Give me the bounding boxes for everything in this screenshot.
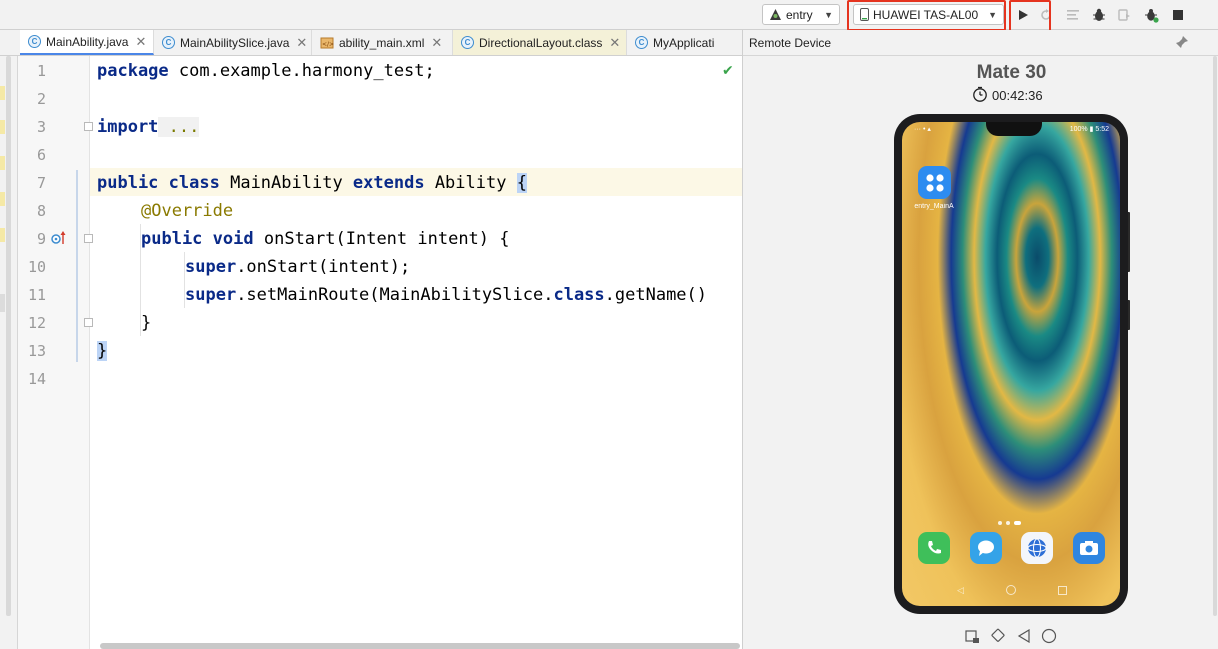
phone-app-icon[interactable] (918, 532, 950, 564)
screenshot-icon[interactable] (964, 628, 980, 644)
nav-recent-icon[interactable] (1057, 585, 1067, 595)
line-number: 13 (27, 342, 46, 360)
tab-label: MyApplicati (653, 35, 715, 50)
line-number: 11 (27, 286, 46, 304)
remote-device-title: Remote Device (749, 35, 832, 50)
page-indicator (998, 521, 1021, 525)
tab-main-ability-slice[interactable]: C MainAbilitySlice.java ✕ (154, 30, 312, 55)
back-icon[interactable] (1016, 628, 1032, 644)
nav-home-icon[interactable] (1005, 585, 1016, 595)
line-number: 7 (36, 174, 46, 192)
tab-directional-layout[interactable]: C DirectionalLayout.class ✕ (453, 30, 627, 55)
remote-device-header: Remote Device (743, 30, 1218, 56)
code-line-3: import ... (97, 117, 200, 137)
code-line-12: } (141, 313, 152, 333)
line-number: 12 (27, 314, 46, 332)
phone-screen[interactable]: ··· • ▴ 100% ▮ 5:52 entry_MainA ◁ (902, 122, 1120, 606)
phone-frame: ··· • ▴ 100% ▮ 5:52 entry_MainA ◁ (894, 114, 1128, 614)
code-line-9: public void onStart(Intent intent) { (141, 229, 510, 249)
tab-label: MainAbility.java (46, 34, 129, 49)
line-number: 6 (36, 146, 46, 164)
code-line-13: } (97, 341, 108, 361)
strip-scrollbar[interactable] (6, 56, 11, 616)
class-file-icon: C (162, 36, 175, 49)
tab-label: DirectionalLayout.class (479, 35, 603, 50)
tab-label: ability_main.xml (339, 35, 425, 50)
app-label: entry_MainA (914, 203, 954, 210)
code-line-11: super.setMainRoute(MainAbilitySlice.clas… (185, 285, 708, 305)
strip-marker (0, 156, 5, 170)
class-file-icon: C (635, 36, 648, 49)
class-file-icon: C (28, 35, 41, 48)
strip-marker (0, 228, 5, 242)
close-icon[interactable]: ✕ (296, 35, 307, 51)
code-line-7: public class MainAbility extends Ability… (97, 173, 527, 193)
strip-marker (0, 192, 5, 206)
phone-nav-bar: ◁ (957, 584, 1067, 596)
code-line-10: super.onStart(intent); (185, 257, 411, 277)
camera-app-icon[interactable] (1073, 532, 1105, 564)
line-number: 2 (36, 90, 46, 108)
tab-label: MainAbilitySlice.java (180, 35, 290, 50)
panel-scrollbar[interactable] (1213, 56, 1217, 616)
line-numbers: 1 2 3 6 7 8 9 10 11 12 13 14 (18, 56, 93, 649)
tab-my-application[interactable]: C MyApplicati (627, 30, 742, 55)
browser-app-icon[interactable] (1021, 532, 1053, 564)
editor-tab-bar: C MainAbility.java ✕ C MainAbilitySlice.… (0, 30, 742, 56)
messages-app-icon[interactable] (970, 532, 1002, 564)
fold-icon[interactable] (84, 122, 93, 131)
line-number: 8 (36, 202, 46, 220)
code-editor[interactable]: package com.example.harmony_test; import… (90, 56, 742, 649)
phone-status-bar: ··· • ▴ 100% ▮ 5:52 (914, 126, 1109, 133)
override-marker-icon[interactable] (51, 231, 67, 250)
line-number: 1 (36, 62, 46, 80)
no-problems-check-icon[interactable]: ✔ (722, 62, 734, 79)
close-icon[interactable]: ✕ (135, 34, 146, 50)
code-line-1: package com.example.harmony_test; (97, 61, 435, 81)
fold-icon[interactable] (84, 234, 93, 243)
close-icon[interactable]: ✕ (609, 35, 620, 51)
line-number: 14 (27, 370, 46, 388)
code-line-8: @Override (141, 201, 234, 221)
app-launcher-icon[interactable] (918, 166, 951, 199)
pin-icon[interactable] (1175, 35, 1189, 52)
svg-text:</>: </> (322, 41, 334, 48)
class-file-icon: C (461, 36, 474, 49)
line-number: 9 (36, 230, 46, 248)
nav-back-icon[interactable]: ◁ (957, 585, 964, 596)
tab-ability-main-xml[interactable]: </> ability_main.xml ✕ (312, 30, 453, 55)
change-marker (76, 170, 78, 362)
tab-main-ability[interactable]: C MainAbility.java ✕ (20, 30, 154, 55)
tool-window-strip (0, 56, 18, 649)
xml-file-icon: </> (320, 36, 334, 49)
fold-icon[interactable] (84, 318, 93, 327)
strip-marker (0, 120, 5, 134)
strip-marker (0, 86, 5, 100)
line-number: 10 (27, 258, 46, 276)
close-icon[interactable]: ✕ (431, 35, 442, 51)
line-number: 3 (36, 118, 46, 136)
session-timer: 00:42:36 (972, 86, 1043, 105)
timer-value: 00:42:36 (992, 88, 1043, 103)
home-icon[interactable] (1041, 628, 1057, 644)
horizontal-scrollbar[interactable] (100, 643, 740, 649)
timer-icon (972, 86, 988, 105)
strip-marker (0, 294, 5, 312)
device-model-title: Mate 30 (976, 62, 1047, 83)
rotate-icon[interactable] (990, 628, 1006, 644)
